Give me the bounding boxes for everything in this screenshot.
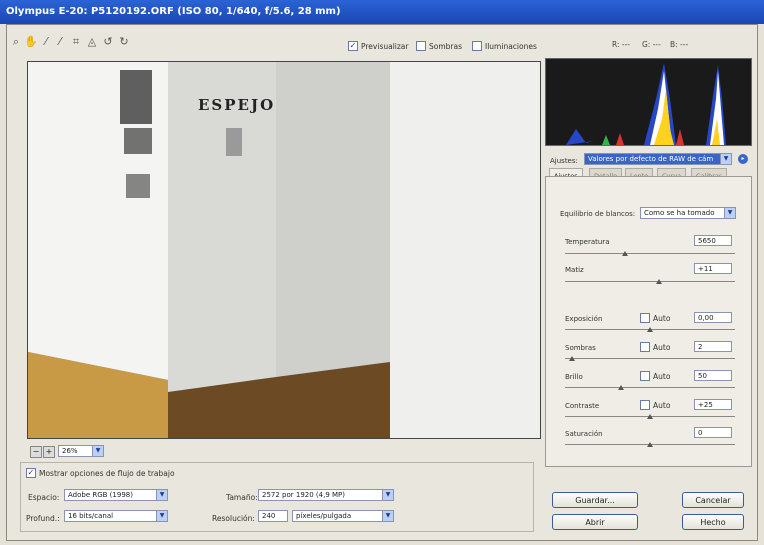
chevron-down-icon: ▼: [156, 490, 167, 500]
tint-slider[interactable]: [565, 279, 735, 284]
photo-preview: [28, 62, 540, 438]
exposure-label: Exposición: [565, 315, 603, 323]
image-preview[interactable]: ESPEJO: [27, 61, 541, 439]
crop-icon[interactable]: ⌗: [70, 36, 82, 48]
histogram-graph: [566, 63, 726, 145]
shadows-auto-checkbox[interactable]: Auto: [640, 342, 670, 352]
contrast-slider[interactable]: [565, 414, 735, 419]
hand-icon[interactable]: ✋: [24, 36, 38, 48]
temperature-slider[interactable]: [565, 251, 735, 256]
chevron-down-icon: ▼: [382, 511, 393, 521]
brightness-input[interactable]: 50: [694, 370, 732, 381]
zoom-select[interactable]: 26% ▼: [58, 445, 104, 457]
white-balance-icon[interactable]: ⁄: [40, 36, 52, 48]
zoom-icon[interactable]: ⌕: [10, 36, 22, 48]
chevron-down-icon: ▼: [156, 511, 167, 521]
exposure-input[interactable]: 0,00: [694, 312, 732, 323]
tint-input[interactable]: +11: [694, 263, 732, 274]
temperature-input[interactable]: 5650: [694, 235, 732, 246]
show-workflow-checkbox[interactable]: ✓ Mostrar opciones de flujo de trabajo: [26, 468, 175, 478]
done-button[interactable]: Hecho: [682, 514, 744, 530]
image-sign-text: ESPEJO: [198, 96, 276, 114]
save-button[interactable]: Guardar...: [552, 492, 638, 508]
size-label: Tamaño:: [226, 493, 258, 502]
check-icon: ✓: [26, 468, 36, 478]
depth-select[interactable]: 16 bits/canal ▼: [64, 510, 168, 522]
rotate-left-icon[interactable]: ↺: [102, 36, 114, 48]
zoom-in-button[interactable]: +: [43, 446, 55, 458]
brightness-auto-checkbox[interactable]: Auto: [640, 371, 670, 381]
rgb-readout-r: R: ---: [612, 40, 631, 49]
temperature-label: Temperatura: [565, 238, 610, 246]
tint-slider-thumb[interactable]: [655, 279, 662, 284]
check-icon: ✓: [348, 41, 358, 51]
resolution-unit-select[interactable]: píxeles/pulgada ▼: [292, 510, 394, 522]
open-button[interactable]: Abrir: [552, 514, 638, 530]
zoom-out-button[interactable]: −: [30, 446, 42, 458]
shadows-input[interactable]: 2: [694, 341, 732, 352]
resolution-label: Resolución:: [212, 514, 255, 523]
chevron-down-icon: ▼: [720, 154, 731, 164]
exposure-slider-thumb[interactable]: [647, 327, 653, 332]
shadows-slider-thumb[interactable]: [568, 356, 575, 361]
settings-select[interactable]: Valores por defecto de RAW de cám ▼: [584, 153, 732, 165]
contrast-slider-thumb[interactable]: [647, 414, 653, 419]
resolution-input[interactable]: 240: [258, 510, 288, 522]
space-label: Espacio:: [28, 493, 60, 502]
shadows-checkbox[interactable]: Sombras: [416, 41, 462, 51]
exposure-auto-checkbox[interactable]: Auto: [640, 313, 670, 323]
contrast-input[interactable]: +25: [694, 399, 732, 410]
saturation-slider[interactable]: [565, 442, 735, 447]
histogram: [545, 58, 752, 146]
rotate-right-icon[interactable]: ↻: [118, 36, 130, 48]
color-sampler-icon[interactable]: ⁄: [54, 36, 66, 48]
window-title: Olympus E-20: P5120192.ORF (ISO 80, 1/64…: [0, 0, 764, 24]
size-select[interactable]: 2572 por 1920 (4,9 MP) ▼: [258, 489, 394, 501]
saturation-slider-thumb[interactable]: [647, 442, 653, 447]
tint-label: Matiz: [565, 266, 584, 274]
exposure-slider[interactable]: [565, 327, 735, 332]
shadows-label: Sombras: [565, 344, 596, 352]
chevron-down-icon: ▼: [92, 446, 103, 456]
contrast-label: Contraste: [565, 402, 600, 410]
brightness-label: Brillo: [565, 373, 583, 381]
highlights-checkbox[interactable]: Iluminaciones: [472, 41, 537, 51]
white-balance-label: Equilibrio de blancos:: [560, 210, 636, 218]
depth-label: Profund.:: [26, 514, 60, 523]
saturation-label: Saturación: [565, 430, 603, 438]
chevron-down-icon: ▼: [724, 208, 735, 218]
straighten-icon[interactable]: ◬: [86, 36, 98, 48]
chevron-down-icon: ▼: [382, 490, 393, 500]
settings-menu-icon[interactable]: ▸: [738, 154, 748, 164]
contrast-auto-checkbox[interactable]: Auto: [640, 400, 670, 410]
rgb-readout-g: G: ---: [642, 40, 661, 49]
temperature-slider-thumb[interactable]: [621, 251, 628, 256]
preview-checkbox[interactable]: ✓ Previsualizar: [348, 41, 409, 51]
brightness-slider-thumb[interactable]: [618, 385, 625, 390]
cancel-button[interactable]: Cancelar: [682, 492, 744, 508]
settings-label: Ajustes:: [550, 157, 578, 165]
shadows-slider[interactable]: [565, 356, 735, 361]
saturation-input[interactable]: 0: [694, 427, 732, 438]
brightness-slider[interactable]: [565, 385, 735, 390]
space-select[interactable]: Adobe RGB (1998) ▼: [64, 489, 168, 501]
rgb-readout-b: B: ---: [670, 40, 689, 49]
white-balance-select[interactable]: Como se ha tomado ▼: [640, 207, 736, 219]
